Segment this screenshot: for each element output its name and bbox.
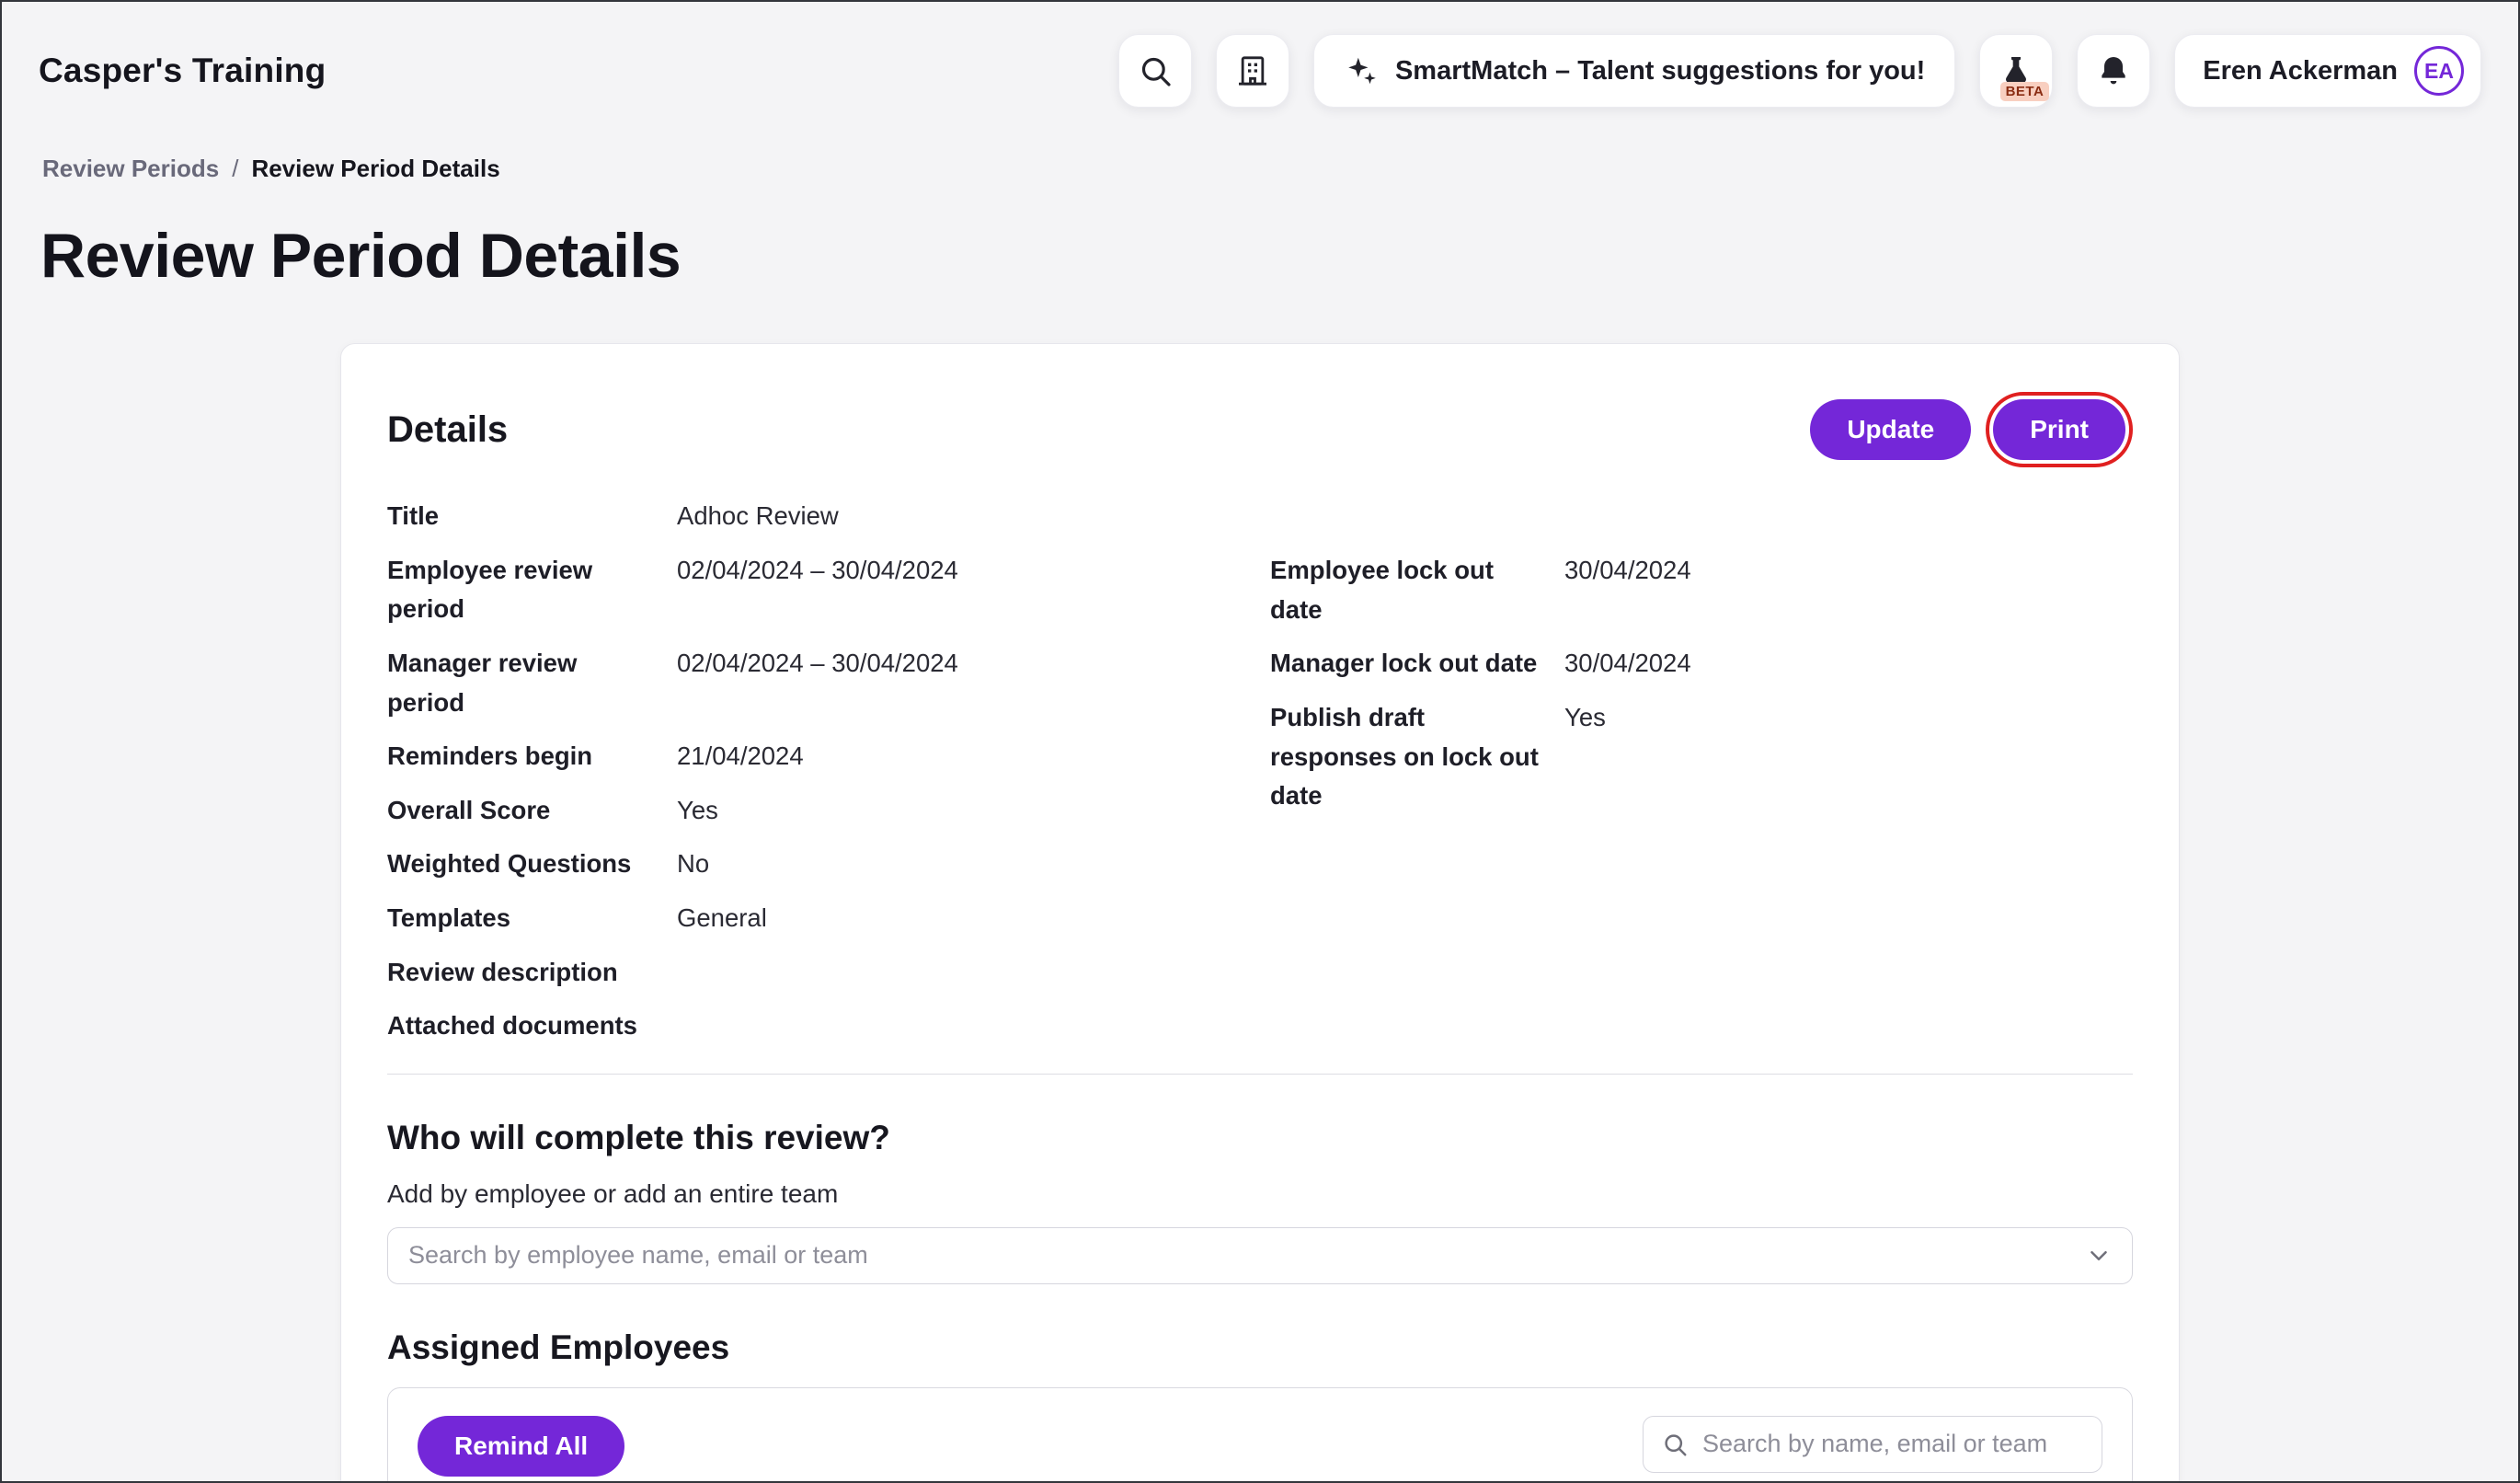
field-row-publish-draft-responses: Publish draft responses on lock out date… bbox=[1270, 698, 2133, 816]
update-button[interactable]: Update bbox=[1810, 399, 1971, 460]
print-button[interactable]: Print bbox=[1993, 399, 2125, 460]
field-label: Attached documents bbox=[387, 1006, 677, 1046]
field-value: 21/04/2024 bbox=[677, 737, 1270, 776]
search-icon bbox=[1137, 52, 1174, 89]
avatar: EA bbox=[2414, 46, 2464, 96]
page-title: Review Period Details bbox=[2, 183, 2518, 292]
field-row-templates: Templates General bbox=[387, 899, 1270, 938]
details-fields-right: Employee lock out date 30/04/2024 Manage… bbox=[1270, 497, 2133, 1061]
assigned-search[interactable] bbox=[1643, 1416, 2102, 1473]
field-row-overall-score: Overall Score Yes bbox=[387, 791, 1270, 831]
field-value: Yes bbox=[677, 791, 1270, 831]
section-divider bbox=[387, 1074, 2133, 1075]
field-value: 30/04/2024 bbox=[1564, 551, 2133, 629]
field-value bbox=[677, 953, 1270, 993]
who-section-subtext: Add by employee or add an entire team bbox=[387, 1179, 2133, 1209]
field-row-employee-lock-out-date: Employee lock out date 30/04/2024 bbox=[1270, 551, 2133, 629]
field-value bbox=[677, 1006, 1270, 1046]
field-label: Overall Score bbox=[387, 791, 677, 831]
breadcrumb-review-periods[interactable]: Review Periods bbox=[42, 155, 219, 183]
field-label: Title bbox=[387, 497, 677, 536]
field-value: 02/04/2024 – 30/04/2024 bbox=[677, 551, 1270, 629]
employee-team-search-input[interactable] bbox=[387, 1227, 2133, 1284]
beta-badge: BETA bbox=[2000, 82, 2050, 101]
details-heading: Details bbox=[387, 409, 508, 451]
labs-button[interactable]: BETA bbox=[1979, 34, 2053, 108]
field-label: Review description bbox=[387, 953, 677, 993]
field-label: Reminders begin bbox=[387, 737, 677, 776]
user-name: Eren Ackerman bbox=[2203, 56, 2398, 86]
details-card-actions: Update Print bbox=[1810, 392, 2133, 467]
who-section-heading: Who will complete this review? bbox=[387, 1119, 2133, 1157]
breadcrumb: Review Periods / Review Period Details bbox=[2, 140, 2518, 183]
field-value: No bbox=[677, 845, 1270, 884]
field-row-title: Title Adhoc Review bbox=[387, 497, 1270, 536]
chevron-down-icon bbox=[2085, 1242, 2113, 1270]
assigned-section-heading: Assigned Employees bbox=[387, 1328, 2133, 1367]
field-row-review-description: Review description bbox=[387, 953, 1270, 993]
assigned-employees-panel: Remind All bbox=[387, 1387, 2133, 1483]
search-button[interactable] bbox=[1118, 34, 1192, 108]
field-row-weighted-questions: Weighted Questions No bbox=[387, 845, 1270, 884]
field-label: Publish draft responses on lock out date bbox=[1270, 698, 1564, 816]
field-value: 30/04/2024 bbox=[1564, 644, 2133, 684]
field-label: Manager lock out date bbox=[1270, 644, 1564, 684]
print-highlight-ring: Print bbox=[1986, 392, 2133, 467]
sparkle-icon bbox=[1344, 53, 1379, 88]
search-icon bbox=[1661, 1431, 1689, 1458]
details-fields: Title Adhoc Review Employee review perio… bbox=[387, 497, 2133, 1061]
remind-all-button[interactable]: Remind All bbox=[418, 1416, 624, 1477]
breadcrumb-separator: / bbox=[232, 155, 238, 183]
field-value: General bbox=[677, 899, 1270, 938]
topbar-actions: SmartMatch – Talent suggestions for you!… bbox=[1118, 34, 2481, 108]
field-value: Yes bbox=[1564, 698, 2133, 816]
topbar: Casper's Training bbox=[2, 2, 2518, 140]
details-fields-left: Title Adhoc Review Employee review perio… bbox=[387, 497, 1270, 1061]
field-label: Employee review period bbox=[387, 551, 677, 629]
field-row-attached-documents: Attached documents bbox=[387, 1006, 1270, 1046]
details-card-header: Details Update Print bbox=[387, 392, 2133, 467]
details-card: Details Update Print Title Adhoc Review … bbox=[340, 343, 2180, 1483]
field-row-manager-review-period: Manager review period 02/04/2024 – 30/04… bbox=[387, 644, 1270, 722]
notifications-button[interactable] bbox=[2077, 34, 2150, 108]
smartmatch-button[interactable]: SmartMatch – Talent suggestions for you! bbox=[1313, 34, 1955, 108]
bell-icon bbox=[2095, 52, 2132, 89]
field-value: Adhoc Review bbox=[677, 497, 1270, 536]
field-label: Manager review period bbox=[387, 644, 677, 722]
field-label: Weighted Questions bbox=[387, 845, 677, 884]
app-title: Casper's Training bbox=[39, 52, 326, 90]
field-label: Employee lock out date bbox=[1270, 551, 1564, 629]
breadcrumb-current: Review Period Details bbox=[251, 155, 499, 183]
field-row-reminders-begin: Reminders begin 21/04/2024 bbox=[387, 737, 1270, 776]
field-label: Templates bbox=[387, 899, 677, 938]
building-icon bbox=[1234, 52, 1271, 89]
smartmatch-label: SmartMatch – Talent suggestions for you! bbox=[1395, 56, 1925, 86]
employee-team-search[interactable] bbox=[387, 1227, 2133, 1284]
assigned-search-input[interactable] bbox=[1643, 1416, 2102, 1473]
app-window: Casper's Training bbox=[0, 0, 2520, 1483]
field-value: 02/04/2024 – 30/04/2024 bbox=[677, 644, 1270, 722]
field-row-manager-lock-out-date: Manager lock out date 30/04/2024 bbox=[1270, 644, 2133, 684]
user-menu-button[interactable]: Eren Ackerman EA bbox=[2174, 34, 2481, 108]
organisation-button[interactable] bbox=[1216, 34, 1289, 108]
field-row-employee-review-period: Employee review period 02/04/2024 – 30/0… bbox=[387, 551, 1270, 629]
